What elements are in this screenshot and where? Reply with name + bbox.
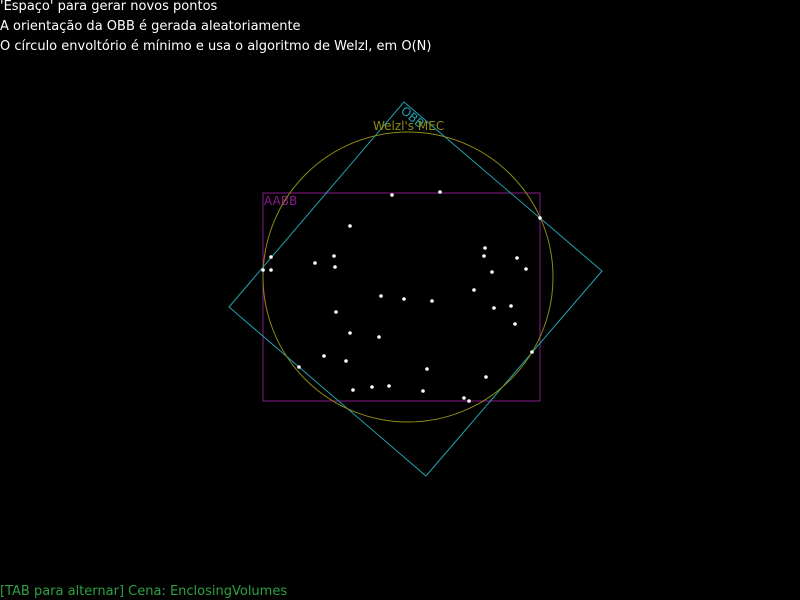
point (462, 396, 466, 400)
point (387, 384, 391, 388)
point (482, 254, 486, 258)
point (524, 267, 528, 271)
point (438, 190, 442, 194)
point (515, 256, 519, 260)
obb-rect (228, 101, 603, 477)
point (297, 365, 301, 369)
point (490, 270, 494, 274)
aabb-rect (262, 192, 541, 402)
mec-label: Welzl's MEC (373, 119, 444, 133)
point (322, 354, 326, 358)
point (348, 331, 352, 335)
point (269, 268, 273, 272)
point (430, 299, 434, 303)
scene-canvas[interactable]: AABB OBB Welzl's MEC (0, 0, 800, 600)
point (484, 375, 488, 379)
aabb-label: AABB (264, 194, 297, 208)
point (333, 265, 337, 269)
point (530, 350, 534, 354)
point (390, 193, 394, 197)
point (344, 359, 348, 363)
point (467, 399, 471, 403)
point (370, 385, 374, 389)
point (483, 246, 487, 250)
scene-status-bar: [TAB para alternar] Cena: EnclosingVolum… (0, 584, 288, 599)
point (509, 304, 513, 308)
point (351, 388, 355, 392)
point (402, 297, 406, 301)
point (348, 224, 352, 228)
point (421, 389, 425, 393)
point (379, 294, 383, 298)
point (513, 322, 517, 326)
point (332, 254, 336, 258)
point (425, 367, 429, 371)
point (472, 288, 476, 292)
point (334, 310, 338, 314)
point (492, 306, 496, 310)
point (538, 216, 542, 220)
point (269, 255, 273, 259)
point (261, 268, 265, 272)
point (377, 335, 381, 339)
point (313, 261, 317, 265)
